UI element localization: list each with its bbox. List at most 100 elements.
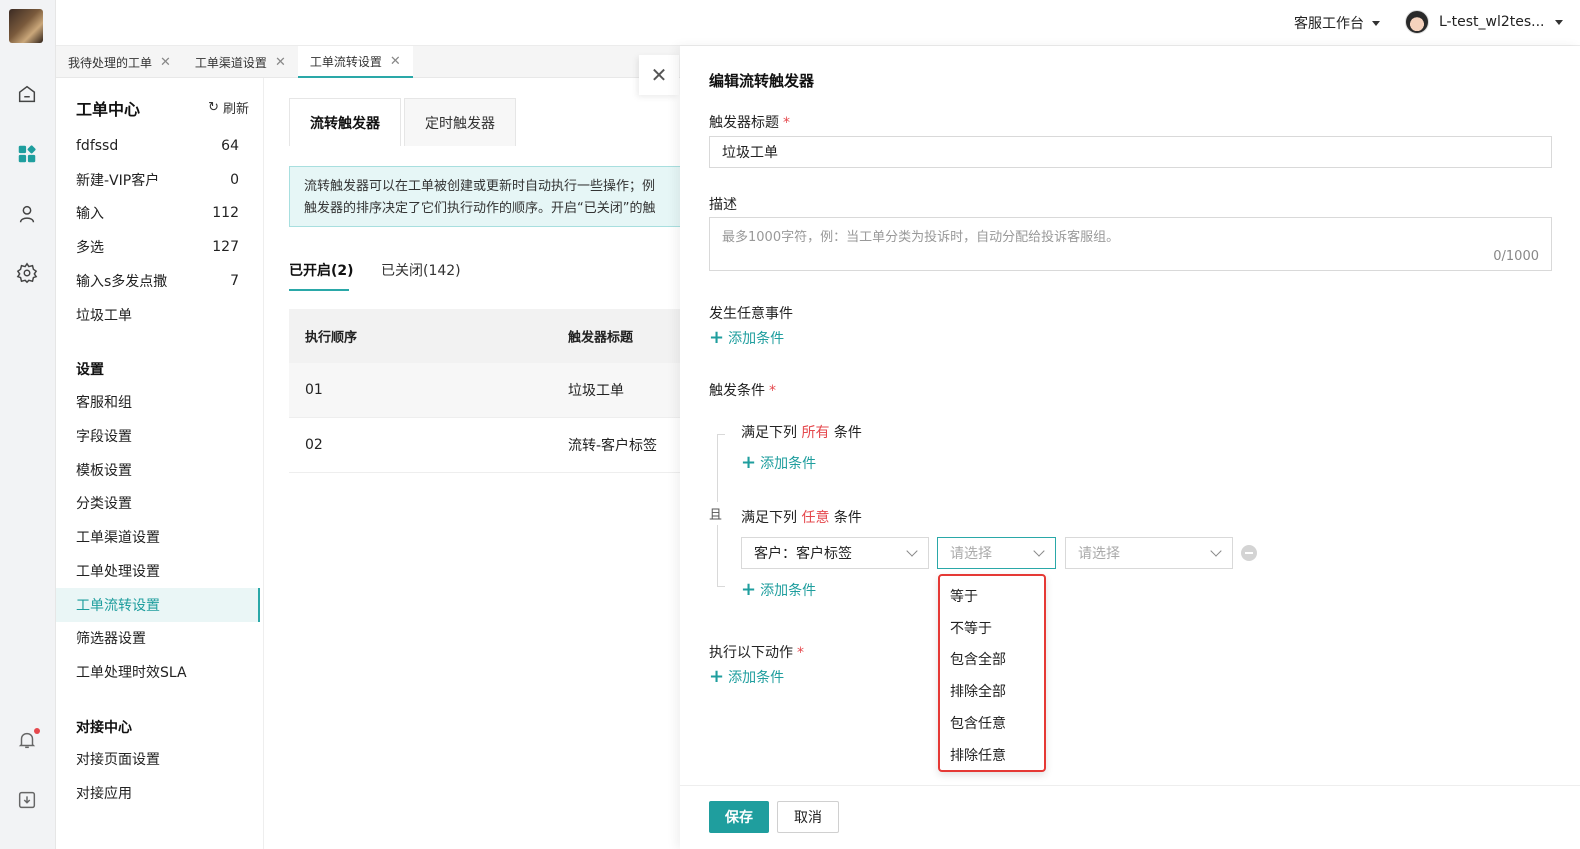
all-conditions-heading: 满足下列 所有 条件 [741,422,862,442]
view-count: 127 [212,239,239,255]
remove-condition-icon[interactable] [1241,545,1257,561]
download-icon[interactable] [14,787,40,813]
heading-text: 条件 [833,510,862,526]
tab-my-tickets[interactable]: 我待处理的工单 ✕ [56,46,183,78]
menu-item[interactable]: 筛选器设置 [56,621,259,655]
menu-item[interactable]: 工单处理设置 [56,554,259,588]
settings-icon[interactable] [14,260,40,286]
refresh-button[interactable]: ↻ 刷新 [208,98,249,117]
condition-field-select[interactable]: 客户：客户标签 [741,537,929,569]
info-line: 流转触发器可以在工单被创建或更新时自动执行一些操作；例 [304,179,656,194]
view-item[interactable]: fdfssd 64 [56,129,259,163]
close-icon[interactable]: ✕ [275,55,286,70]
close-icon: ✕ [650,63,668,87]
menu-item[interactable]: 模板设置 [56,453,259,487]
and-label: 且 [709,502,723,525]
operator-select[interactable]: 请选择 [937,537,1056,569]
label-text: 触发条件 [709,383,765,399]
row-title: 流转-客户标签 [568,438,658,454]
dropdown-option[interactable]: 包含任意 [940,707,1044,739]
value-select[interactable]: 请选择 [1065,537,1233,569]
plus-icon: + [709,327,725,348]
user-menu[interactable]: L-test_wl2tes... [1405,10,1563,34]
menu-item-label: 模板设置 [76,463,132,479]
add-any-condition-link[interactable]: + 添加条件 [741,580,816,600]
required-mark: * [769,383,776,399]
menu-item-label: 客服和组 [76,395,132,411]
menu-item[interactable]: 分类设置 [56,486,259,520]
menu-item[interactable]: 工单渠道设置 [56,520,259,554]
view-label: 多选 [76,240,104,256]
group-line-tick [717,586,725,587]
link-label: 添加条件 [728,331,785,347]
view-item[interactable]: 新建-VIP客户 0 [56,163,259,197]
menu-item-label: 工单处理时效SLA [76,665,187,681]
heading-keyword: 任意 [801,510,830,526]
trigger-title-input[interactable]: 垃圾工单 [709,136,1552,168]
view-item[interactable]: 输入 112 [56,196,259,230]
add-all-condition-link[interactable]: + 添加条件 [741,453,816,473]
dropdown-option[interactable]: 等于 [940,580,1044,612]
menu-item[interactable]: 工单处理时效SLA [56,655,259,689]
tab-flow-trigger[interactable]: 流转触发器 [289,98,401,146]
any-conditions-heading: 满足下列 任意 条件 [741,507,862,527]
trigger-condition-label: 触发条件 * [709,380,776,400]
close-icon[interactable]: ✕ [390,54,401,69]
menu-item[interactable]: 字段设置 [56,419,259,453]
menu-item-active[interactable]: 工单流转设置 [56,588,260,622]
view-item[interactable]: 多选 127 [56,230,259,264]
menu-item[interactable]: 客服和组 [56,385,259,419]
edit-trigger-drawer: 编辑流转触发器 触发器标题 * 垃圾工单 描述 最多1000字符，例：当工单分类为… [680,46,1580,849]
heading-text: 满足下列 [741,510,797,526]
table-row[interactable]: 01 垃圾工单 [289,363,689,418]
link-label: 添加条件 [760,456,817,472]
event-label: 发生任意事件 [709,306,793,322]
menu-item[interactable]: 对接应用 [56,776,259,810]
dropdown-option[interactable]: 不等于 [940,612,1044,644]
tab-scheduled-trigger[interactable]: 定时触发器 [404,98,516,146]
refresh-label: 刷新 [222,102,249,117]
view-count: 7 [230,273,239,289]
tab-channel-settings[interactable]: 工单渠道设置 ✕ [183,46,298,78]
group-line-tick [717,434,725,435]
table-row[interactable]: 02 流转-客户标签 [289,418,689,473]
char-counter: 0/1000 [1493,249,1539,264]
dropdown-option[interactable]: 包含全部 [940,644,1044,676]
view-label: 输入s多发点撒 [76,274,168,290]
apps-icon[interactable] [14,141,40,167]
user-icon[interactable] [14,201,40,227]
tab-flow-settings[interactable]: 工单流转设置 ✕ [297,46,413,78]
link-label: 添加条件 [760,583,817,599]
menu-item[interactable]: 对接页面设置 [56,742,259,776]
integration-heading: 对接中心 [76,720,132,736]
required-mark: * [797,645,804,661]
dropdown-option[interactable]: 排除任意 [940,739,1044,771]
home-icon[interactable] [14,81,40,107]
app-avatar[interactable] [9,9,43,43]
select-placeholder: 请选择 [950,546,992,562]
tab-disabled[interactable]: 已关闭(142) [381,260,461,280]
heading-keyword: 所有 [801,425,830,441]
ticket-center-menu: 工单中心 ↻ 刷新 fdfssd 64 新建-VIP客户 0 输入 112 多选 127… [56,78,264,849]
cancel-button[interactable]: 取消 [777,801,839,833]
view-item[interactable]: 输入s多发点撒 7 [56,264,259,298]
close-icon[interactable]: ✕ [160,55,171,70]
view-label: 垃圾工单 [76,308,132,324]
workspace-switcher[interactable]: 客服工作台 [1294,13,1380,33]
save-button[interactable]: 保存 [709,801,769,833]
input-value: 垃圾工单 [722,145,778,161]
label-text: 执行以下动作 [709,645,793,661]
add-action-link[interactable]: + 添加条件 [709,667,784,687]
add-event-condition-link[interactable]: + 添加条件 [709,328,784,348]
description-textarea[interactable]: 最多1000字符，例：当工单分类为投诉时，自动分配给投诉客服组。 0/1000 [709,217,1552,271]
menu-title: 工单中心 [76,100,141,119]
view-item[interactable]: 垃圾工单 [56,298,259,332]
close-drawer-button[interactable]: ✕ [639,55,679,95]
column-header: 触发器标题 [568,330,634,346]
tab-enabled[interactable]: 已开启(2) [289,260,354,280]
caret-down-icon [1372,20,1380,26]
dropdown-option[interactable]: 排除全部 [940,675,1044,707]
tab-label: 工单渠道设置 [194,55,267,70]
bell-icon[interactable] [14,727,40,753]
notification-dot [34,728,40,734]
